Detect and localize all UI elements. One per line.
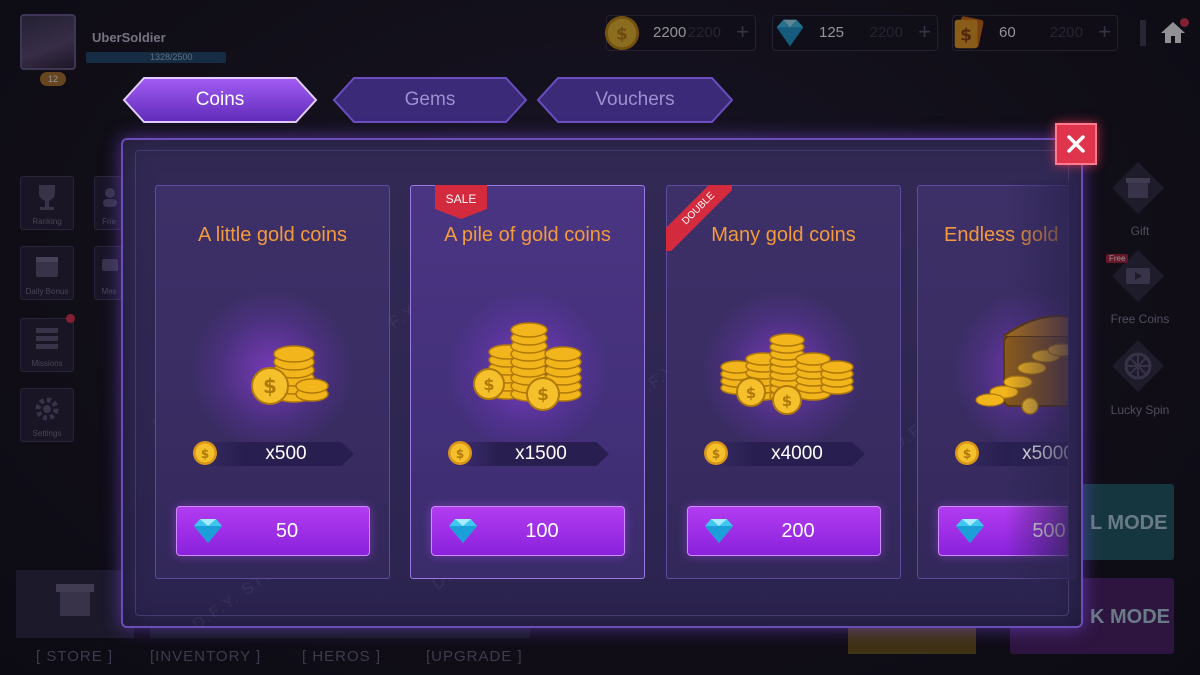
coin-heap-icon: $ $ bbox=[720, 333, 854, 415]
coin-icon: $ bbox=[704, 441, 728, 465]
buy-price-1: 50 bbox=[275, 520, 299, 542]
offer-title-1: A little gold coins bbox=[198, 224, 347, 246]
svg-text:$: $ bbox=[537, 385, 549, 405]
coin-icon: $ bbox=[193, 441, 217, 465]
svg-text:$: $ bbox=[782, 392, 792, 410]
close-icon bbox=[1067, 135, 1085, 153]
offer-amount-2: x1500 bbox=[515, 443, 567, 464]
buy-price-2: 100 bbox=[525, 520, 559, 542]
svg-text:$: $ bbox=[263, 374, 277, 398]
sale-ribbon-label: SALE bbox=[445, 192, 477, 206]
gem-icon bbox=[956, 519, 984, 543]
tab-vouchers[interactable]: Vouchers bbox=[536, 76, 734, 124]
coin-icon: $ bbox=[448, 441, 472, 465]
svg-text:$: $ bbox=[963, 447, 971, 461]
gem-icon bbox=[449, 519, 477, 543]
buy-button-3[interactable]: 200 bbox=[687, 506, 881, 556]
coin-stack-small-icon: $ bbox=[251, 345, 329, 405]
gem-icon bbox=[194, 519, 222, 543]
coin-pile-icon: $ $ bbox=[473, 322, 582, 411]
svg-text:$: $ bbox=[712, 447, 720, 461]
tab-coins[interactable]: Coins bbox=[122, 76, 318, 124]
svg-text:$: $ bbox=[201, 447, 209, 461]
offer-title-3: Many gold coins bbox=[711, 224, 856, 246]
coin-icon: $ bbox=[955, 441, 979, 465]
offer-card-1[interactable]: A little gold coins $ $ x500 50 bbox=[155, 185, 390, 579]
gem-icon bbox=[705, 519, 733, 543]
offer-amount-1: x500 bbox=[265, 443, 307, 464]
tab-gems-label: Gems bbox=[404, 89, 456, 110]
offer-title-2: A pile of gold coins bbox=[444, 224, 611, 246]
offer-amount-3: x4000 bbox=[771, 443, 823, 464]
close-button[interactable] bbox=[1055, 123, 1097, 165]
buy-button-1[interactable]: 50 bbox=[176, 506, 370, 556]
tab-gems[interactable]: Gems bbox=[332, 76, 528, 124]
tab-vouchers-label: Vouchers bbox=[595, 89, 675, 110]
svg-text:$: $ bbox=[746, 384, 756, 402]
tab-coins-label: Coins bbox=[195, 89, 245, 110]
offer-card-3[interactable]: DOUBLE Many gold coins $ $ $ x4000 200 bbox=[666, 185, 901, 579]
svg-text:$: $ bbox=[456, 447, 464, 461]
buy-price-3: 200 bbox=[781, 520, 815, 542]
svg-text:$: $ bbox=[483, 375, 494, 394]
scroll-fade bbox=[1005, 180, 1077, 580]
buy-button-2[interactable]: 100 bbox=[431, 506, 625, 556]
offer-card-2[interactable]: SALE A pile of gold coins $ $ $ x1500 10… bbox=[410, 185, 645, 579]
